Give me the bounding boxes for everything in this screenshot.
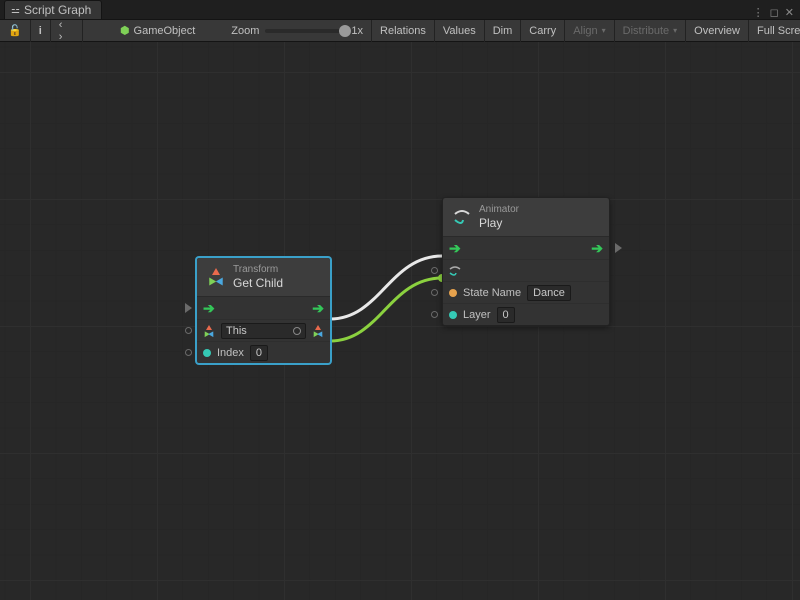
relations-button[interactable]: Relations	[371, 20, 434, 42]
target-in-port[interactable]	[429, 266, 439, 276]
info-icon: i	[39, 25, 42, 37]
index-field[interactable]: 0	[250, 345, 268, 361]
target-value: This	[226, 325, 247, 337]
index-row: Index 0	[197, 341, 330, 363]
statename-in-port[interactable]	[429, 288, 439, 298]
info-button[interactable]: i	[31, 20, 51, 42]
flow-arrow-icon: ➔	[591, 241, 603, 255]
flow-row: ➔ ➔	[443, 237, 609, 259]
tab-title: Script Graph	[24, 3, 91, 17]
target-row	[443, 259, 609, 281]
statename-label: State Name	[463, 287, 521, 299]
node-animator-play[interactable]: Animator Play ➔ ➔	[442, 197, 610, 326]
layer-row: Layer 0	[443, 303, 609, 325]
node-category: Animator	[479, 204, 519, 216]
transform-icon	[312, 325, 324, 337]
maximize-icon[interactable]: ◻	[770, 6, 779, 19]
kebab-icon[interactable]: ⋮	[753, 6, 764, 19]
int-type-icon	[449, 311, 457, 319]
index-in-port[interactable]	[183, 348, 193, 358]
target-row: This	[197, 319, 330, 341]
breadcrumb[interactable]: ⬢ GameObject	[112, 24, 203, 37]
zoom-value: 1x	[351, 25, 363, 37]
flow-arrow-icon: ➔	[203, 301, 215, 315]
flow-arrow-icon: ➔	[312, 301, 324, 315]
connection-edges	[0, 42, 800, 600]
node-header[interactable]: Transform Get Child	[197, 258, 330, 297]
animator-type-icon	[449, 265, 461, 277]
lock-icon: 🔓	[8, 24, 22, 37]
node-get-child[interactable]: Transform Get Child ➔ ➔ This	[196, 257, 331, 364]
flow-row: ➔ ➔	[197, 297, 330, 319]
transform-icon	[203, 325, 215, 337]
flow-out-port[interactable]	[613, 243, 623, 253]
index-label: Index	[217, 347, 244, 359]
node-header[interactable]: Animator Play	[443, 198, 609, 237]
int-type-icon	[203, 349, 211, 357]
zoom-slider[interactable]	[265, 29, 345, 33]
gameobject-icon: ⬢	[120, 24, 130, 37]
statename-row: State Name Dance	[443, 281, 609, 303]
string-type-icon	[449, 289, 457, 297]
chevron-down-icon: ▾	[673, 26, 677, 35]
object-picker-icon[interactable]	[293, 327, 301, 335]
tab-bar: ⚍ Script Graph ⋮ ◻ ✕	[0, 0, 800, 20]
distribute-dropdown[interactable]: Distribute▾	[614, 20, 685, 42]
carry-button[interactable]: Carry	[520, 20, 564, 42]
breadcrumb-label: GameObject	[134, 25, 196, 37]
node-title: Play	[479, 216, 519, 230]
layer-label: Layer	[463, 309, 491, 321]
dim-button[interactable]: Dim	[484, 20, 521, 42]
fullscreen-button[interactable]: Full Screen	[748, 20, 800, 42]
node-category: Transform	[233, 264, 283, 276]
hierarchy-icon: ⚍	[11, 5, 20, 16]
layer-field[interactable]: 0	[497, 307, 515, 323]
statename-field[interactable]: Dance	[527, 285, 571, 301]
tab-script-graph[interactable]: ⚍ Script Graph	[4, 0, 102, 19]
graph-canvas[interactable]: Transform Get Child ➔ ➔ This	[0, 42, 800, 600]
layer-in-port[interactable]	[429, 310, 439, 320]
target-field[interactable]: This	[221, 323, 306, 339]
animator-icon	[453, 208, 471, 226]
close-icon[interactable]: ✕	[785, 6, 794, 19]
window-controls: ⋮ ◻ ✕	[747, 6, 800, 19]
node-title: Get Child	[233, 276, 283, 290]
chevron-down-icon: ▾	[602, 26, 606, 35]
lock-button[interactable]: 🔓	[0, 20, 31, 42]
overview-button[interactable]: Overview	[685, 20, 748, 42]
zoom-control[interactable]: Zoom 1x	[223, 25, 371, 37]
flow-arrow-icon: ➔	[449, 241, 461, 255]
zoom-label: Zoom	[231, 25, 259, 37]
toolbar: 🔓 i ‹ › ⬢ GameObject Zoom 1x Relations V…	[0, 20, 800, 42]
align-dropdown[interactable]: Align▾	[564, 20, 613, 42]
graph-type-button[interactable]: ‹ ›	[51, 20, 84, 42]
values-button[interactable]: Values	[434, 20, 484, 42]
transform-icon	[207, 268, 225, 286]
flow-in-port[interactable]	[183, 303, 193, 313]
target-in-port[interactable]	[183, 326, 193, 336]
